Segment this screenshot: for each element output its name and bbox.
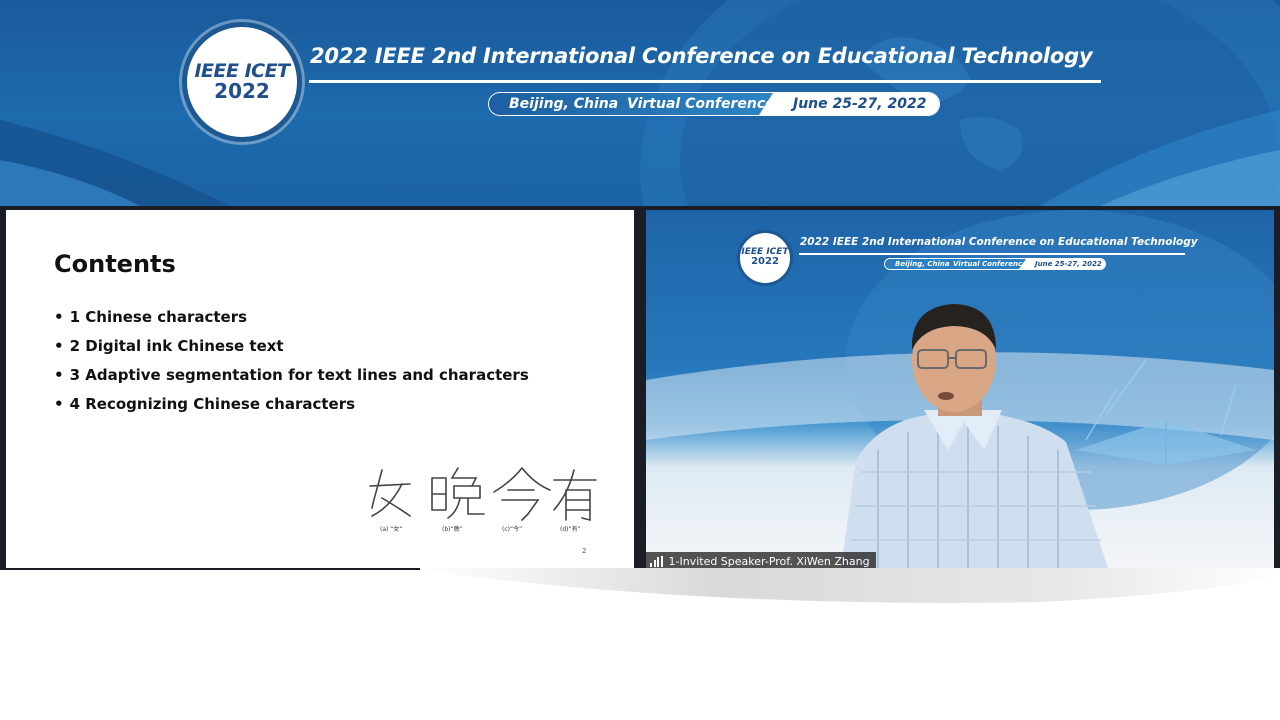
list-item-text: 1 Chinese characters	[69, 308, 248, 326]
slide-title: Contents	[54, 250, 176, 278]
bottom-swoosh-decoration	[420, 568, 1280, 603]
conference-title: 2022 IEEE 2nd International Conference o…	[310, 44, 1093, 68]
bullet: •	[54, 366, 64, 384]
speaker-video-panel[interactable]: IEEE ICET 2022 2022 IEEE 2nd Internation…	[640, 206, 1280, 570]
caption-a: (a) “女”	[380, 526, 403, 533]
title-underline	[309, 80, 1101, 83]
bullet: •	[54, 395, 64, 413]
shared-screen-panel[interactable]: Contents • 1 Chinese characters • 2 Digita…	[0, 206, 640, 570]
handwritten-characters-image	[369, 467, 597, 522]
participant-name: 1-Invited Speaker-Prof. XiWen Zhang	[668, 554, 870, 568]
list-item-text: 3 Adaptive segmentation for text lines a…	[69, 366, 529, 384]
presentation-slide: Contents • 1 Chinese characters • 2 Digita…	[6, 210, 634, 568]
logo-text-line2: 2022	[214, 79, 270, 104]
caption-c: (c)“今”	[502, 526, 523, 533]
list-item: • 3 Adaptive segmentation for text lines …	[54, 366, 529, 395]
conference-dates: June 25-27, 2022	[793, 96, 927, 112]
participant-name-tag: 1-Invited Speaker-Prof. XiWen Zhang	[646, 552, 876, 568]
bullet: •	[54, 308, 64, 326]
signal-strength-icon	[650, 555, 663, 567]
speaker-video: IEEE ICET 2022 2022 IEEE 2nd Internation…	[646, 210, 1274, 568]
bullet: •	[54, 337, 64, 355]
list-item: • 4 Recognizing Chinese characters	[54, 395, 529, 424]
slide-page-number: 2	[582, 547, 587, 555]
list-item: • 1 Chinese characters	[54, 308, 529, 337]
list-item-text: 2 Digital ink Chinese text	[69, 337, 284, 355]
conference-mode: Virtual Conference	[627, 96, 775, 112]
logo-text-line1: IEEE ICET	[194, 59, 290, 82]
icet-logo: IEEE ICET 2022	[182, 22, 302, 142]
caption-b: (b)“晚”	[442, 526, 463, 533]
speaker-figure	[841, 304, 1108, 568]
conference-banner: IEEE ICET 2022 2022 IEEE 2nd Internation…	[0, 0, 1280, 206]
conference-info-pill: Beijing, China Virtual Conference June 2…	[488, 92, 940, 116]
list-item: • 2 Digital ink Chinese text	[54, 337, 529, 366]
caption-d: (d)“有”	[560, 526, 581, 533]
list-item-text: 4 Recognizing Chinese characters	[69, 395, 356, 413]
conference-location: Beijing, China	[509, 96, 619, 112]
contents-list: • 1 Chinese characters • 2 Digital ink Chi…	[54, 308, 529, 424]
